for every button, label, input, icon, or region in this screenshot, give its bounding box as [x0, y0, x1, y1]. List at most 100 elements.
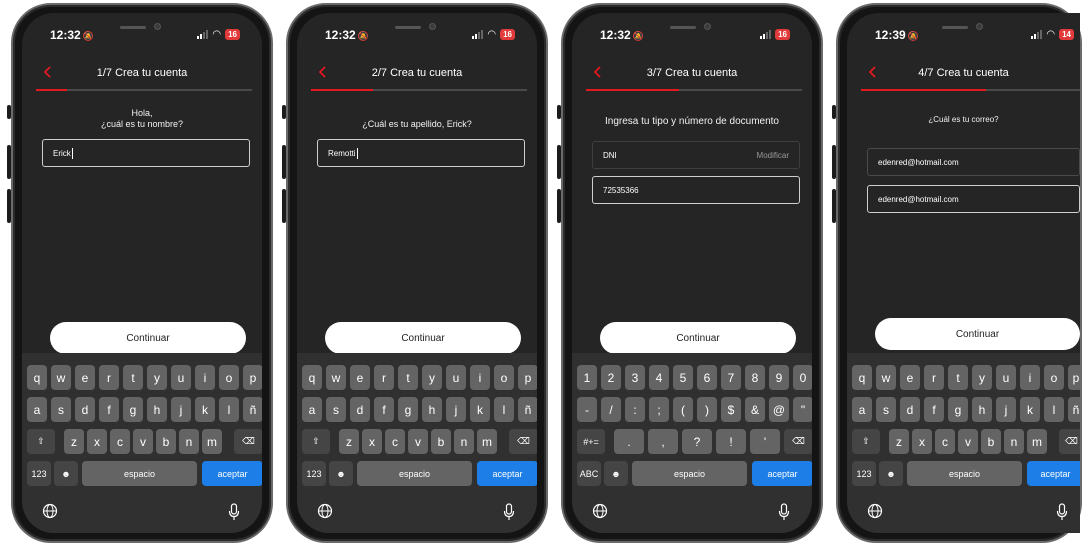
- key[interactable]: ñ: [518, 397, 537, 422]
- key[interactable]: a: [27, 397, 47, 422]
- key[interactable]: j: [171, 397, 191, 422]
- numbers-key[interactable]: 123: [302, 461, 326, 486]
- last-name-input[interactable]: Remotti: [317, 139, 525, 167]
- microphone-icon[interactable]: [503, 503, 515, 526]
- key[interactable]: v: [133, 429, 153, 454]
- key[interactable]: m: [477, 429, 497, 454]
- key[interactable]: ': [750, 429, 780, 454]
- symbols-key[interactable]: #+=: [577, 429, 605, 454]
- document-type-select[interactable]: DNI Modificar: [592, 141, 800, 169]
- key[interactable]: o: [494, 365, 514, 390]
- key[interactable]: .: [614, 429, 644, 454]
- key[interactable]: 2: [601, 365, 621, 390]
- key[interactable]: h: [972, 397, 992, 422]
- key[interactable]: ?: [682, 429, 712, 454]
- key[interactable]: w: [51, 365, 71, 390]
- space-key[interactable]: espacio: [632, 461, 747, 486]
- key[interactable]: !: [716, 429, 746, 454]
- key[interactable]: x: [362, 429, 382, 454]
- key[interactable]: p: [518, 365, 537, 390]
- key[interactable]: n: [1004, 429, 1024, 454]
- key[interactable]: 0: [793, 365, 812, 390]
- accept-key[interactable]: aceptar: [1027, 461, 1080, 486]
- key[interactable]: p: [1068, 365, 1080, 390]
- numbers-key[interactable]: 123: [27, 461, 51, 486]
- globe-icon[interactable]: [867, 503, 883, 524]
- key[interactable]: j: [996, 397, 1016, 422]
- key[interactable]: 6: [697, 365, 717, 390]
- key[interactable]: p: [243, 365, 262, 390]
- backspace-key-icon[interactable]: ⌫: [784, 429, 812, 454]
- modify-link[interactable]: Modificar: [757, 151, 789, 160]
- key[interactable]: 9: [769, 365, 789, 390]
- key[interactable]: (: [673, 397, 693, 422]
- key[interactable]: c: [935, 429, 955, 454]
- key[interactable]: ;: [649, 397, 669, 422]
- microphone-icon[interactable]: [778, 503, 790, 526]
- name-input[interactable]: Erick: [42, 139, 250, 167]
- continue-button[interactable]: Continuar: [50, 322, 246, 354]
- key[interactable]: 7: [721, 365, 741, 390]
- key[interactable]: v: [958, 429, 978, 454]
- key[interactable]: r: [924, 365, 944, 390]
- key[interactable]: z: [889, 429, 909, 454]
- key[interactable]: ,: [648, 429, 678, 454]
- key[interactable]: m: [1027, 429, 1047, 454]
- key[interactable]: x: [912, 429, 932, 454]
- key[interactable]: c: [110, 429, 130, 454]
- key[interactable]: b: [981, 429, 1001, 454]
- key[interactable]: m: [202, 429, 222, 454]
- key[interactable]: e: [75, 365, 95, 390]
- numbers-key[interactable]: 123: [852, 461, 876, 486]
- key[interactable]: r: [99, 365, 119, 390]
- accept-key[interactable]: aceptar: [752, 461, 812, 486]
- continue-button[interactable]: Continuar: [875, 318, 1080, 350]
- key[interactable]: &: [745, 397, 765, 422]
- key[interactable]: q: [302, 365, 322, 390]
- key[interactable]: d: [350, 397, 370, 422]
- key[interactable]: l: [1044, 397, 1064, 422]
- key[interactable]: u: [171, 365, 191, 390]
- key[interactable]: :: [625, 397, 645, 422]
- key[interactable]: l: [494, 397, 514, 422]
- key[interactable]: w: [326, 365, 346, 390]
- globe-icon[interactable]: [592, 503, 608, 524]
- key[interactable]: i: [470, 365, 490, 390]
- key[interactable]: ": [793, 397, 812, 422]
- key[interactable]: x: [87, 429, 107, 454]
- key[interactable]: ): [697, 397, 717, 422]
- key[interactable]: 5: [673, 365, 693, 390]
- letters-key[interactable]: ABC: [577, 461, 601, 486]
- email-input[interactable]: edenred@hotmail.com: [867, 148, 1080, 176]
- key[interactable]: k: [1020, 397, 1040, 422]
- key[interactable]: ñ: [1068, 397, 1080, 422]
- emoji-key-icon[interactable]: ☻: [54, 461, 78, 486]
- backspace-key-icon[interactable]: ⌫: [234, 429, 262, 454]
- emoji-key-icon[interactable]: ☻: [879, 461, 903, 486]
- key[interactable]: b: [431, 429, 451, 454]
- key[interactable]: 3: [625, 365, 645, 390]
- key[interactable]: d: [75, 397, 95, 422]
- key[interactable]: d: [900, 397, 920, 422]
- key[interactable]: @: [769, 397, 789, 422]
- key[interactable]: q: [852, 365, 872, 390]
- microphone-icon[interactable]: [228, 503, 240, 526]
- key[interactable]: v: [408, 429, 428, 454]
- key[interactable]: z: [339, 429, 359, 454]
- key[interactable]: a: [852, 397, 872, 422]
- key[interactable]: c: [385, 429, 405, 454]
- space-key[interactable]: espacio: [907, 461, 1022, 486]
- accept-key[interactable]: aceptar: [202, 461, 262, 486]
- key[interactable]: s: [326, 397, 346, 422]
- key[interactable]: s: [876, 397, 896, 422]
- shift-key-icon[interactable]: ⇧: [852, 429, 880, 454]
- globe-icon[interactable]: [42, 503, 58, 524]
- key[interactable]: j: [446, 397, 466, 422]
- key[interactable]: 4: [649, 365, 669, 390]
- space-key[interactable]: espacio: [357, 461, 472, 486]
- key[interactable]: s: [51, 397, 71, 422]
- key[interactable]: i: [195, 365, 215, 390]
- key[interactable]: f: [924, 397, 944, 422]
- globe-icon[interactable]: [317, 503, 333, 524]
- key[interactable]: o: [1044, 365, 1064, 390]
